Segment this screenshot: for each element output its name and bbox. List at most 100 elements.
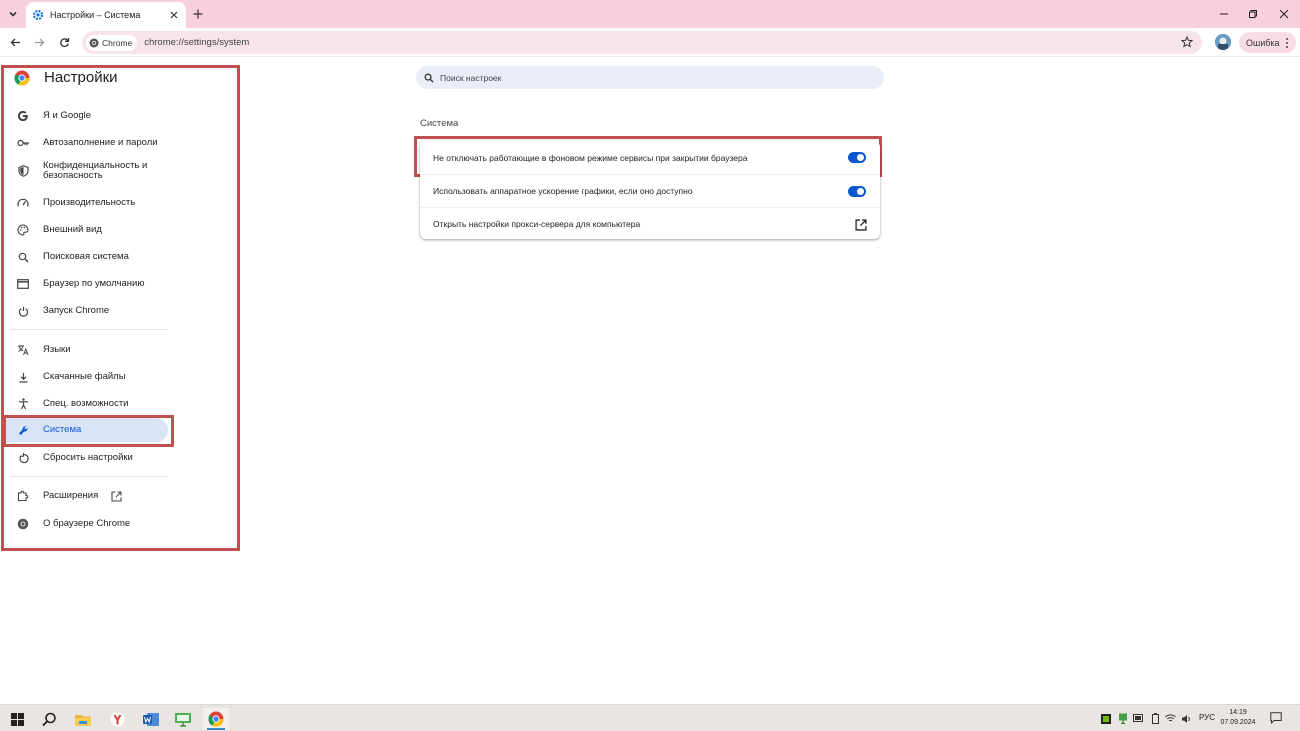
settings-sidebar: Настройки Я и Google Автозаполнение и па… [0,57,240,557]
accessibility-icon [16,397,30,411]
sidebar-item-label: Спец. возможности [43,398,129,409]
chevron-down-icon [9,11,17,17]
taskbar-file-explorer[interactable] [70,708,96,730]
sidebar-divider [10,476,168,477]
search-icon [41,712,56,726]
sidebar-item-label: Браузер по умолчанию [43,278,145,289]
external-link-icon[interactable] [855,219,867,231]
bookmark-star-button[interactable] [1180,35,1194,49]
setting-label: Использовать аппаратное ускорение график… [433,186,693,196]
sidebar-item-privacy[interactable]: Конфиденциальность и безопасность [10,161,168,181]
sidebar-item-about-chrome[interactable]: О браузере Chrome [10,517,168,531]
sidebar-item-autofill[interactable]: Автозаполнение и пароли [10,136,168,150]
tab-settings-system[interactable]: Настройки – Система [26,2,186,28]
setting-row-background-apps[interactable]: Не отключать работающие в фоновом режиме… [420,141,880,174]
address-bar[interactable]: Chrome chrome://settings/system [82,31,1202,54]
close-window-button[interactable] [1274,4,1294,24]
settings-title: Настройки [44,69,118,86]
arrow-right-icon [34,38,44,46]
new-tab-button[interactable] [190,6,206,22]
profile-avatar[interactable] [1215,34,1231,50]
star-icon [1181,36,1193,48]
sidebar-item-accessibility[interactable]: Спец. возможности [10,397,168,411]
sidebar-item-label: Сбросить настройки [43,452,133,463]
chrome-icon [89,38,99,47]
plus-icon [193,9,203,19]
sidebar-item-label: Внешний вид [43,224,102,235]
search-icon [16,250,30,264]
chrome-logo-icon [14,70,30,86]
sidebar-item-performance[interactable]: Производительность [10,196,168,210]
sidebar-item-label: Система [43,424,82,435]
notifications-button[interactable] [1270,712,1284,725]
palette-icon [16,223,30,237]
setting-label: Не отключать работающие в фоновом режиме… [433,152,748,163]
sidebar-item-languages[interactable]: Языки [10,343,168,357]
site-info-chip[interactable]: Chrome [86,34,138,51]
sidebar-item-appearance[interactable]: Внешний вид [10,223,168,237]
google-icon [16,109,30,123]
close-icon [1279,9,1289,19]
monitor-tray-icon[interactable] [1132,713,1143,724]
avatar-image-icon [1215,34,1231,50]
restore-icon [1249,10,1257,18]
puzzle-icon [16,489,30,503]
start-button[interactable] [4,708,30,730]
notification-icon [1270,712,1282,724]
hardware-acceleration-toggle[interactable] [848,186,866,197]
chrome-icon [208,711,224,727]
security-tray-icon[interactable] [1117,713,1128,724]
file-explorer-icon [75,714,91,726]
close-icon[interactable] [168,9,180,21]
taskbar-clock[interactable]: 14:19 07.09.2024 [1220,708,1256,728]
tab-search-dropdown-button[interactable] [4,5,22,23]
taskbar-search-button[interactable] [36,708,62,730]
back-button[interactable] [7,34,23,50]
sidebar-item-label: Производительность [43,197,136,208]
reload-button[interactable] [56,34,72,50]
sidebar-item-label: Конфиденциальность и безопасность [43,160,148,181]
clock-date: 07.09.2024 [1220,719,1256,726]
presentation-app-icon [175,712,191,727]
sidebar-item-search-engine[interactable]: Поисковая система [10,250,168,264]
sidebar-item-label: Поисковая система [43,251,129,262]
settings-header: Настройки [14,69,118,86]
sidebar-item-you-and-google[interactable]: Я и Google [10,109,168,123]
more-vert-icon [1285,37,1288,48]
sidebar-item-on-startup[interactable]: Запуск Chrome [10,304,168,318]
forward-button[interactable] [31,34,47,50]
browser-toolbar: Chrome chrome://settings/system Ошибка [0,28,1300,57]
minimize-button[interactable] [1214,4,1234,24]
sidebar-item-label: Расширения [43,490,99,501]
setting-row-hardware-acceleration[interactable]: Использовать аппаратное ускорение график… [420,174,880,207]
restore-button[interactable] [1243,4,1263,24]
sidebar-item-extensions[interactable]: Расширения [10,489,168,503]
sidebar-item-downloads[interactable]: Скачанные файлы [10,370,168,384]
sidebar-item-reset[interactable]: Сбросить настройки [10,451,168,465]
clock-time: 14:19 [1229,709,1247,716]
setting-label: Открыть настройки прокси-сервера для ком… [433,219,641,229]
yandex-browser-icon [110,712,124,726]
setting-row-proxy-settings[interactable]: Открыть настройки прокси-сервера для ком… [420,207,880,240]
url-text[interactable]: chrome://settings/system [144,37,249,48]
taskbar-chrome[interactable] [203,708,229,730]
keyboard-language[interactable]: РУС [1199,713,1215,722]
translate-icon [16,343,30,357]
nvidia-tray-icon[interactable] [1100,713,1111,724]
sidebar-item-label: Запуск Chrome [43,305,110,316]
background-apps-toggle[interactable] [848,152,866,163]
tab-strip: Настройки – Система [0,0,1300,28]
taskbar-yandex-browser[interactable] [104,708,130,730]
error-menu-button[interactable]: Ошибка [1239,32,1296,53]
sidebar-item-system[interactable]: Система [6,418,168,442]
volume-icon[interactable] [1181,713,1192,724]
taskbar-presentation-app[interactable] [170,708,196,730]
tab-title: Настройки – Система [50,10,141,20]
reload-icon [59,37,69,47]
sidebar-item-default-browser[interactable]: Браузер по умолчанию [10,277,168,291]
taskbar-word[interactable] [138,708,164,730]
battery-icon[interactable] [1150,713,1161,724]
settings-search-field[interactable]: Поиск настроек [416,66,884,89]
sidebar-item-label: Я и Google [43,110,92,121]
wifi-icon[interactable] [1165,713,1176,724]
